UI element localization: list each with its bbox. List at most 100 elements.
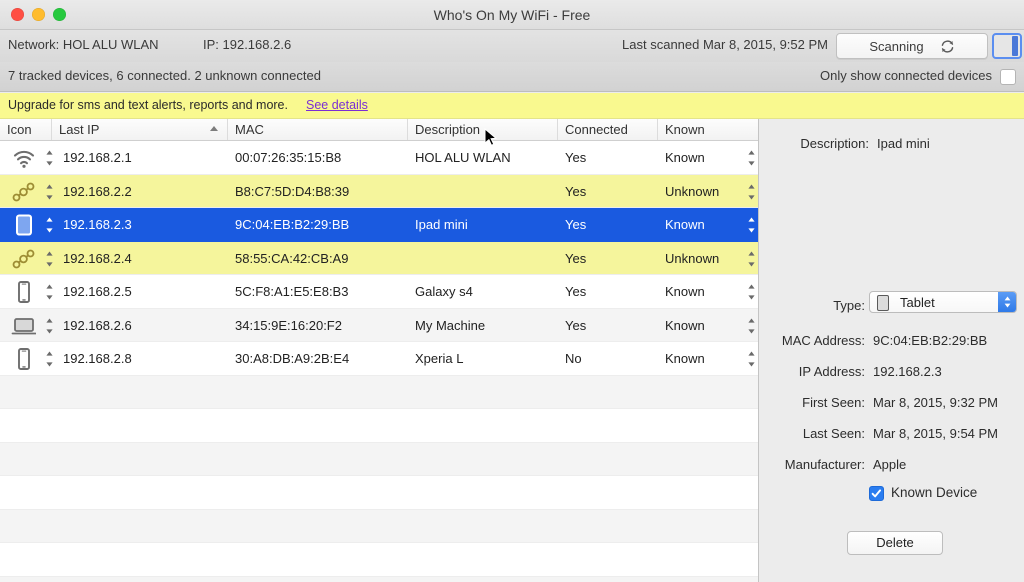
row-known[interactable]: Known	[658, 309, 736, 342]
row-known[interactable]: Known	[658, 141, 736, 174]
column-header-icon[interactable]: Icon	[0, 119, 52, 140]
row-mac[interactable]: 30:A8:DB:A9:2B:E4	[228, 342, 406, 375]
known-device-checkbox[interactable]	[869, 486, 884, 501]
last-scanned-label: Last scanned Mar 8, 2015, 9:52 PM	[622, 37, 828, 52]
stepper-icon[interactable]	[45, 350, 54, 368]
row-known-stepper[interactable]	[740, 242, 758, 275]
row-icon-stepper[interactable]	[38, 342, 54, 375]
table-row[interactable]: 192.168.2.3 9C:04:EB:B2:29:BB Ipad mini Yes…	[0, 208, 758, 242]
row-last-ip[interactable]: 192.168.2.4	[56, 242, 226, 275]
row-known-stepper[interactable]	[740, 342, 758, 375]
delete-button[interactable]: Delete	[847, 531, 943, 555]
detail-last-seen-label: Last Seen:	[802, 426, 865, 441]
app-window: Who's On My WiFi - Free Network: HOL ALU…	[0, 0, 1024, 582]
stepper-icon[interactable]	[747, 183, 756, 201]
row-device-icon-cell	[0, 309, 36, 342]
table-row[interactable]: 192.168.2.1 00:07:26:35:15:B8 HOL ALU WLAN…	[0, 141, 758, 175]
stepper-icon[interactable]	[747, 250, 756, 268]
stepper-icon[interactable]	[747, 317, 756, 335]
row-mac[interactable]: B8:C7:5D:D4:B8:39	[228, 175, 406, 208]
row-known-stepper[interactable]	[740, 208, 758, 241]
row-known-stepper[interactable]	[740, 141, 758, 174]
stepper-icon[interactable]	[747, 149, 756, 167]
sidebar-toggle-button[interactable]	[992, 33, 1022, 59]
row-known[interactable]: Known	[658, 342, 736, 375]
stepper-icon[interactable]	[45, 149, 54, 167]
table-row[interactable]: 192.168.2.5 5C:F8:A1:E5:E8:B3 Galaxy s4 Yes…	[0, 275, 758, 309]
scanning-button[interactable]: Scanning	[836, 33, 988, 59]
detail-manufacturer-value: Apple	[873, 457, 907, 472]
type-dropdown[interactable]: Tablet	[869, 291, 1017, 313]
row-last-ip[interactable]: 192.168.2.2	[56, 175, 226, 208]
row-known-stepper[interactable]	[740, 175, 758, 208]
table-row[interactable]: 192.168.2.4 58:55:CA:42:CB:A9 Yes Unknown	[0, 241, 758, 275]
row-description[interactable]: Ipad mini	[408, 208, 556, 241]
table-row[interactable]: 192.168.2.6 34:15:9E:16:20:F2 My Machine Ye…	[0, 308, 758, 342]
stepper-icon[interactable]	[45, 283, 54, 301]
detail-first-seen-label: First Seen:	[802, 395, 865, 410]
stepper-icon[interactable]	[45, 250, 54, 268]
row-mac[interactable]: 5C:F8:A1:E5:E8:B3	[228, 275, 406, 308]
row-last-ip[interactable]: 192.168.2.8	[56, 342, 226, 375]
row-description[interactable]: Galaxy s4	[408, 275, 556, 308]
stepper-icon[interactable]	[45, 183, 54, 201]
known-device-label: Known Device	[891, 485, 978, 500]
row-description[interactable]: My Machine	[408, 309, 556, 342]
row-mac[interactable]: 58:55:CA:42:CB:A9	[228, 242, 406, 275]
local-ip-label: IP: 192.168.2.6	[203, 37, 292, 52]
row-description[interactable]	[408, 175, 556, 208]
column-header-mac[interactable]: MAC	[228, 119, 408, 140]
stepper-icon[interactable]	[45, 317, 54, 335]
row-connected[interactable]: Yes	[558, 208, 656, 241]
row-connected[interactable]: Yes	[558, 242, 656, 275]
column-header-known[interactable]: Known	[658, 119, 758, 140]
sort-ascending-icon	[210, 126, 218, 131]
table-empty-row	[0, 375, 758, 409]
column-header-last-ip[interactable]: Last IP	[52, 119, 228, 140]
row-last-ip[interactable]: 192.168.2.5	[56, 275, 226, 308]
row-mac[interactable]: 34:15:9E:16:20:F2	[228, 309, 406, 342]
row-icon-stepper[interactable]	[38, 309, 54, 342]
row-known-stepper[interactable]	[740, 275, 758, 308]
table-row[interactable]: 192.168.2.8 30:A8:DB:A9:2B:E4 Xperia L No Kn…	[0, 342, 758, 376]
table-body: 192.168.2.1 00:07:26:35:15:B8 HOL ALU WLAN…	[0, 141, 758, 582]
stepper-icon[interactable]	[747, 350, 756, 368]
row-description[interactable]: HOL ALU WLAN	[408, 141, 556, 174]
row-known[interactable]: Unknown	[658, 175, 736, 208]
row-connected[interactable]: Yes	[558, 175, 656, 208]
stepper-icon[interactable]	[747, 283, 756, 301]
row-known[interactable]: Unknown	[658, 242, 736, 275]
row-icon-stepper[interactable]	[38, 242, 54, 275]
row-connected[interactable]: Yes	[558, 309, 656, 342]
table-empty-row	[0, 409, 758, 443]
column-header-connected[interactable]: Connected	[558, 119, 658, 140]
row-known[interactable]: Known	[658, 208, 736, 241]
row-icon-stepper[interactable]	[38, 175, 54, 208]
row-icon-stepper[interactable]	[38, 275, 54, 308]
network-label: Network: HOL ALU WLAN	[8, 37, 159, 52]
detail-description-value[interactable]: Ipad mini	[877, 136, 930, 151]
row-mac[interactable]: 00:07:26:35:15:B8	[228, 141, 406, 174]
stepper-icon[interactable]	[45, 216, 54, 234]
row-description[interactable]	[408, 242, 556, 275]
row-connected[interactable]: Yes	[558, 141, 656, 174]
row-mac[interactable]: 9C:04:EB:B2:29:BB	[228, 208, 406, 241]
detail-ip-value: 192.168.2.3	[873, 364, 942, 379]
row-last-ip[interactable]: 192.168.2.3	[56, 208, 226, 241]
row-last-ip[interactable]: 192.168.2.1	[56, 141, 226, 174]
row-known[interactable]: Known	[658, 275, 736, 308]
see-details-link[interactable]: See details	[306, 98, 368, 112]
row-known-stepper[interactable]	[740, 309, 758, 342]
row-description[interactable]: Xperia L	[408, 342, 556, 375]
stepper-icon[interactable]	[747, 216, 756, 234]
row-connected[interactable]: No	[558, 342, 656, 375]
row-device-icon-cell	[0, 342, 36, 375]
detail-ip-label: IP Address:	[798, 364, 865, 379]
table-row[interactable]: 192.168.2.2 B8:C7:5D:D4:B8:39 Yes Unknown	[0, 174, 758, 208]
column-header-description[interactable]: Description	[408, 119, 558, 140]
row-connected[interactable]: Yes	[558, 275, 656, 308]
only-connected-checkbox[interactable]	[1000, 69, 1016, 85]
row-icon-stepper[interactable]	[38, 208, 54, 241]
row-last-ip[interactable]: 192.168.2.6	[56, 309, 226, 342]
row-icon-stepper[interactable]	[38, 141, 54, 174]
